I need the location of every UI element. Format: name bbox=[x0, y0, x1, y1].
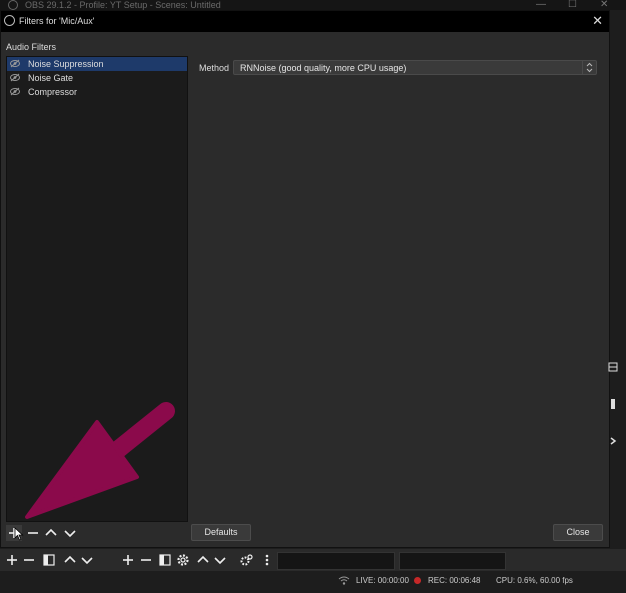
remove-source-button[interactable] bbox=[138, 552, 154, 568]
eye-icon[interactable] bbox=[10, 87, 20, 96]
mouse-cursor-icon bbox=[14, 527, 24, 541]
minimize-icon[interactable]: — bbox=[536, 0, 546, 10]
move-down-button[interactable] bbox=[62, 525, 78, 541]
main-window-right-edge bbox=[610, 10, 626, 550]
filter-icon bbox=[43, 554, 55, 566]
wifi-icon bbox=[338, 576, 350, 585]
dialog-titlebar: Filters for 'Mic/Aux' ✕ bbox=[1, 11, 609, 32]
source-properties-button[interactable] bbox=[175, 552, 191, 568]
main-close-icon[interactable]: ✕ bbox=[600, 0, 608, 10]
filter-list[interactable]: Noise Suppression Noise Gate Compressor bbox=[6, 56, 188, 522]
remove-scene-button[interactable] bbox=[21, 552, 37, 568]
obs-logo-icon bbox=[4, 15, 15, 26]
expand-icon[interactable] bbox=[608, 436, 618, 446]
add-source-button[interactable] bbox=[120, 552, 136, 568]
source-down-button[interactable] bbox=[212, 552, 228, 568]
chevron-updown-icon bbox=[582, 61, 593, 74]
main-bottom-toolbar bbox=[0, 549, 626, 571]
audio-meter bbox=[277, 552, 395, 570]
close-icon[interactable]: ✕ bbox=[592, 13, 603, 29]
down-arrow-icon bbox=[214, 557, 226, 565]
maximize-icon[interactable]: ☐ bbox=[568, 0, 577, 10]
more-icon bbox=[265, 554, 269, 566]
up-arrow-icon bbox=[45, 528, 57, 536]
plus-icon bbox=[7, 555, 17, 565]
defaults-button[interactable]: Defaults bbox=[191, 524, 251, 541]
up-arrow-icon bbox=[197, 555, 209, 563]
eye-icon[interactable] bbox=[10, 59, 20, 68]
rec-timer: REC: 00:06:48 bbox=[428, 576, 481, 585]
scene-up-button[interactable] bbox=[62, 552, 78, 568]
audio-settings-button[interactable] bbox=[238, 552, 254, 568]
down-arrow-icon bbox=[64, 530, 76, 538]
more-options-button[interactable] bbox=[259, 552, 275, 568]
source-filter-button[interactable] bbox=[157, 552, 173, 568]
scene-down-button[interactable] bbox=[79, 552, 95, 568]
main-window-title: OBS 29.1.2 - Profile: YT Setup - Scenes:… bbox=[25, 0, 221, 10]
gear-icon bbox=[240, 554, 253, 566]
status-bar: LIVE: 00:00:00 REC: 00:06:48 CPU: 0.6%, … bbox=[0, 571, 626, 593]
scene-filter-button[interactable] bbox=[41, 552, 57, 568]
filter-item-noise-gate[interactable]: Noise Gate bbox=[7, 71, 187, 85]
minus-icon bbox=[141, 559, 151, 561]
filter-item-label: Compressor bbox=[28, 87, 78, 97]
filter-icon bbox=[159, 554, 171, 566]
down-arrow-icon bbox=[81, 557, 93, 565]
filter-item-noise-suppression[interactable]: Noise Suppression bbox=[7, 57, 187, 71]
dock-icon[interactable] bbox=[608, 362, 618, 372]
dialog-title: Filters for 'Mic/Aux' bbox=[19, 16, 95, 26]
minus-icon bbox=[28, 532, 38, 534]
add-scene-button[interactable] bbox=[4, 552, 20, 568]
filter-item-label: Noise Suppression bbox=[28, 59, 104, 69]
filter-properties-panel: Method RNNoise (good quality, more CPU u… bbox=[192, 56, 605, 522]
up-arrow-icon bbox=[64, 555, 76, 563]
close-button[interactable]: Close bbox=[553, 524, 603, 541]
source-up-button[interactable] bbox=[195, 552, 211, 568]
audio-meter-secondary bbox=[399, 552, 506, 570]
eye-icon[interactable] bbox=[10, 73, 20, 82]
scrollbar-handle[interactable] bbox=[608, 399, 618, 409]
section-label: Audio Filters bbox=[6, 42, 57, 52]
remove-filter-button[interactable] bbox=[25, 525, 41, 541]
rec-indicator-icon bbox=[414, 577, 421, 584]
filter-item-compressor[interactable]: Compressor bbox=[7, 85, 187, 99]
filter-toolbar bbox=[6, 525, 188, 541]
cpu-status: CPU: 0.6%, 60.00 fps bbox=[496, 576, 573, 585]
obs-logo-icon bbox=[8, 0, 18, 10]
method-dropdown[interactable]: RNNoise (good quality, more CPU usage) bbox=[233, 60, 597, 75]
minus-icon bbox=[24, 559, 34, 561]
live-timer: LIVE: 00:00:00 bbox=[356, 576, 409, 585]
plus-icon bbox=[123, 555, 133, 565]
move-up-button[interactable] bbox=[43, 525, 59, 541]
method-value: RNNoise (good quality, more CPU usage) bbox=[240, 63, 407, 73]
filter-item-label: Noise Gate bbox=[28, 73, 74, 83]
gear-icon bbox=[177, 554, 189, 566]
filters-dialog: Filters for 'Mic/Aux' ✕ Audio Filters No… bbox=[0, 10, 610, 548]
method-label: Method bbox=[199, 63, 230, 73]
